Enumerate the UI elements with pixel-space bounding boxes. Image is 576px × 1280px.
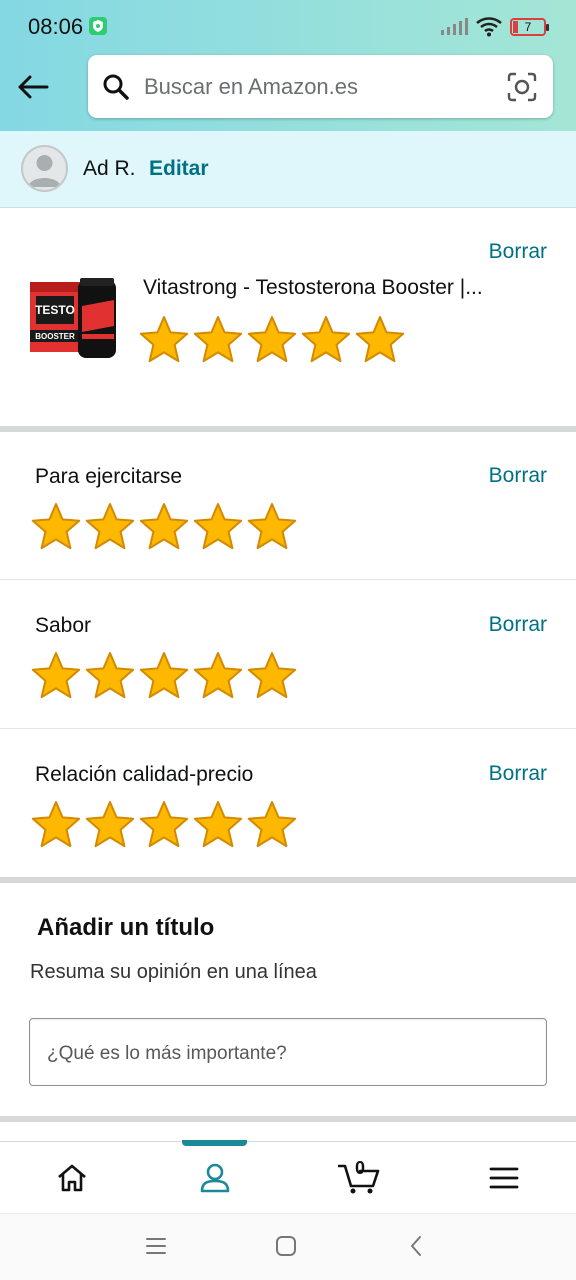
product-rating-section: Borrar TESTO BOOSTER Vitastrong - Testos… bbox=[0, 208, 576, 426]
delete-value-rating-button[interactable]: Borrar bbox=[489, 762, 547, 786]
value-star-5-icon[interactable] bbox=[245, 798, 299, 852]
bottom-navigation: 0 bbox=[0, 1140, 576, 1214]
product-title: Vitastrong - Testosterona Booster |... bbox=[143, 276, 483, 299]
nav-menu[interactable] bbox=[432, 1142, 576, 1214]
section-divider bbox=[0, 1116, 576, 1122]
exercise-star-1-icon[interactable] bbox=[29, 500, 83, 554]
nav-account[interactable] bbox=[143, 1140, 287, 1214]
product-star-4-icon[interactable] bbox=[299, 313, 353, 367]
delete-product-rating-button[interactable]: Borrar bbox=[489, 240, 547, 264]
signal-icon bbox=[441, 18, 468, 35]
exercise-star-2-icon[interactable] bbox=[83, 500, 137, 554]
product-star-3-icon[interactable] bbox=[245, 313, 299, 367]
value-star-4-icon[interactable] bbox=[191, 798, 245, 852]
product-star-5-icon[interactable] bbox=[353, 313, 407, 367]
aspect-label-value: Relación calidad-precio bbox=[35, 763, 254, 786]
delete-flavor-rating-button[interactable]: Borrar bbox=[489, 613, 547, 637]
recent-apps-icon[interactable] bbox=[144, 1234, 168, 1263]
exercise-star-3-icon[interactable] bbox=[137, 500, 191, 554]
edit-name-link[interactable]: Editar bbox=[149, 157, 209, 181]
aspect-divider bbox=[0, 579, 576, 580]
section-divider bbox=[0, 877, 576, 883]
search-input[interactable]: Buscar en Amazon.es bbox=[144, 74, 358, 100]
exercise-star-4-icon[interactable] bbox=[191, 500, 245, 554]
flavor-star-rating[interactable] bbox=[29, 649, 299, 703]
aspect-label-exercise: Para ejercitarse bbox=[35, 465, 183, 488]
aspect-divider bbox=[0, 728, 576, 729]
wifi-icon bbox=[476, 17, 502, 37]
account-icon bbox=[200, 1163, 230, 1193]
product-star-1-icon[interactable] bbox=[137, 313, 191, 367]
back-arrow-icon[interactable] bbox=[14, 70, 52, 104]
flavor-star-5-icon[interactable] bbox=[245, 649, 299, 703]
battery-icon: 7 bbox=[510, 18, 549, 36]
top-bar: 08:06 7 Buscar en Amazon.es bbox=[0, 0, 576, 131]
search-bar[interactable]: Buscar en Amazon.es bbox=[88, 55, 553, 118]
flavor-star-3-icon[interactable] bbox=[137, 649, 191, 703]
shield-icon bbox=[89, 17, 107, 35]
flavor-star-1-icon[interactable] bbox=[29, 649, 83, 703]
reviewer-name: Ad R. bbox=[83, 157, 136, 180]
avatar bbox=[21, 145, 68, 192]
nav-home[interactable] bbox=[0, 1142, 144, 1214]
product-image: TESTO BOOSTER bbox=[28, 276, 120, 366]
value-star-1-icon[interactable] bbox=[29, 798, 83, 852]
value-star-3-icon[interactable] bbox=[137, 798, 191, 852]
status-time: 08:06 bbox=[28, 14, 84, 39]
value-star-rating[interactable] bbox=[29, 798, 299, 852]
flavor-star-4-icon[interactable] bbox=[191, 649, 245, 703]
home-button-icon[interactable] bbox=[274, 1234, 298, 1263]
battery-level: 7 bbox=[524, 20, 532, 34]
reviewer-bar: Ad R. Editar bbox=[0, 131, 576, 208]
section-divider bbox=[0, 426, 576, 432]
aspect-label-flavor: Sabor bbox=[35, 614, 92, 637]
system-navigation-bar bbox=[0, 1213, 576, 1280]
back-button-icon[interactable] bbox=[405, 1234, 429, 1263]
review-title-heading: Añadir un título bbox=[37, 914, 215, 941]
product-image-label-top: TESTO bbox=[35, 303, 75, 317]
exercise-star-rating[interactable] bbox=[29, 500, 299, 554]
review-title-input[interactable]: ¿Qué es lo más importante? bbox=[29, 1018, 547, 1086]
review-title-placeholder: ¿Qué es lo más importante? bbox=[47, 1043, 287, 1064]
cart-count: 0 bbox=[355, 1158, 366, 1178]
status-bar: 08:06 7 bbox=[0, 0, 576, 54]
exercise-star-5-icon[interactable] bbox=[245, 500, 299, 554]
value-star-2-icon[interactable] bbox=[83, 798, 137, 852]
home-icon bbox=[58, 1164, 86, 1192]
flavor-star-2-icon[interactable] bbox=[83, 649, 137, 703]
camera-scan-icon[interactable] bbox=[507, 72, 537, 107]
menu-icon bbox=[489, 1167, 519, 1189]
status-icons: 7 bbox=[440, 17, 549, 37]
search-icon[interactable] bbox=[102, 73, 130, 106]
product-star-2-icon[interactable] bbox=[191, 313, 245, 367]
delete-exercise-rating-button[interactable]: Borrar bbox=[489, 464, 547, 488]
review-title-hint: Resuma su opinión en una línea bbox=[30, 961, 317, 983]
product-image-label-bottom: BOOSTER bbox=[35, 332, 75, 341]
product-star-rating[interactable] bbox=[137, 313, 407, 367]
